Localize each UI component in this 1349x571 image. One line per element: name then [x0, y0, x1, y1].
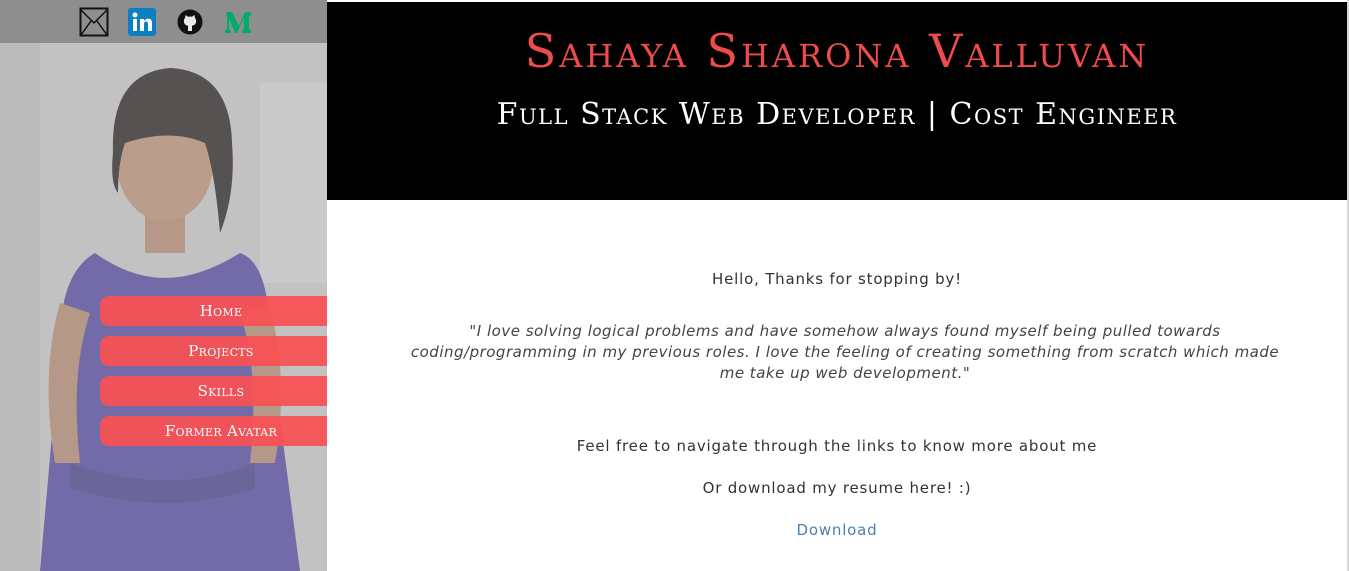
linkedin-icon[interactable]	[127, 7, 157, 37]
intro-quote: "I love solving logical problems and hav…	[410, 322, 1280, 382]
sidebar: Home Projects Skills Former Avatar	[0, 0, 327, 571]
resume-text: Or download my resume here! :)	[702, 479, 972, 497]
social-links-bar	[0, 0, 327, 43]
greeting-text: Hello, Thanks for stopping by!	[712, 270, 962, 288]
nav-home-button[interactable]: Home	[100, 296, 327, 326]
navigate-hint-text: Feel free to navigate through the links …	[576, 437, 1098, 455]
page-title: Sahaya Sharona Valluvan	[524, 24, 1150, 78]
nav-former-avatar-button[interactable]: Former Avatar	[100, 416, 327, 446]
github-icon[interactable]	[175, 7, 205, 37]
nav-projects-button[interactable]: Projects	[100, 336, 327, 366]
email-icon[interactable]	[79, 7, 109, 37]
download-resume-link[interactable]: Download	[327, 521, 1347, 539]
page-subtitle: Full Stack Web Developer | Cost Engineer	[496, 97, 1178, 132]
nav-skills-button[interactable]: Skills	[100, 376, 327, 406]
page-header: Sahaya Sharona Valluvan Full Stack Web D…	[327, 2, 1347, 200]
medium-icon[interactable]	[223, 7, 253, 37]
main-nav: Home Projects Skills Former Avatar	[100, 296, 327, 446]
